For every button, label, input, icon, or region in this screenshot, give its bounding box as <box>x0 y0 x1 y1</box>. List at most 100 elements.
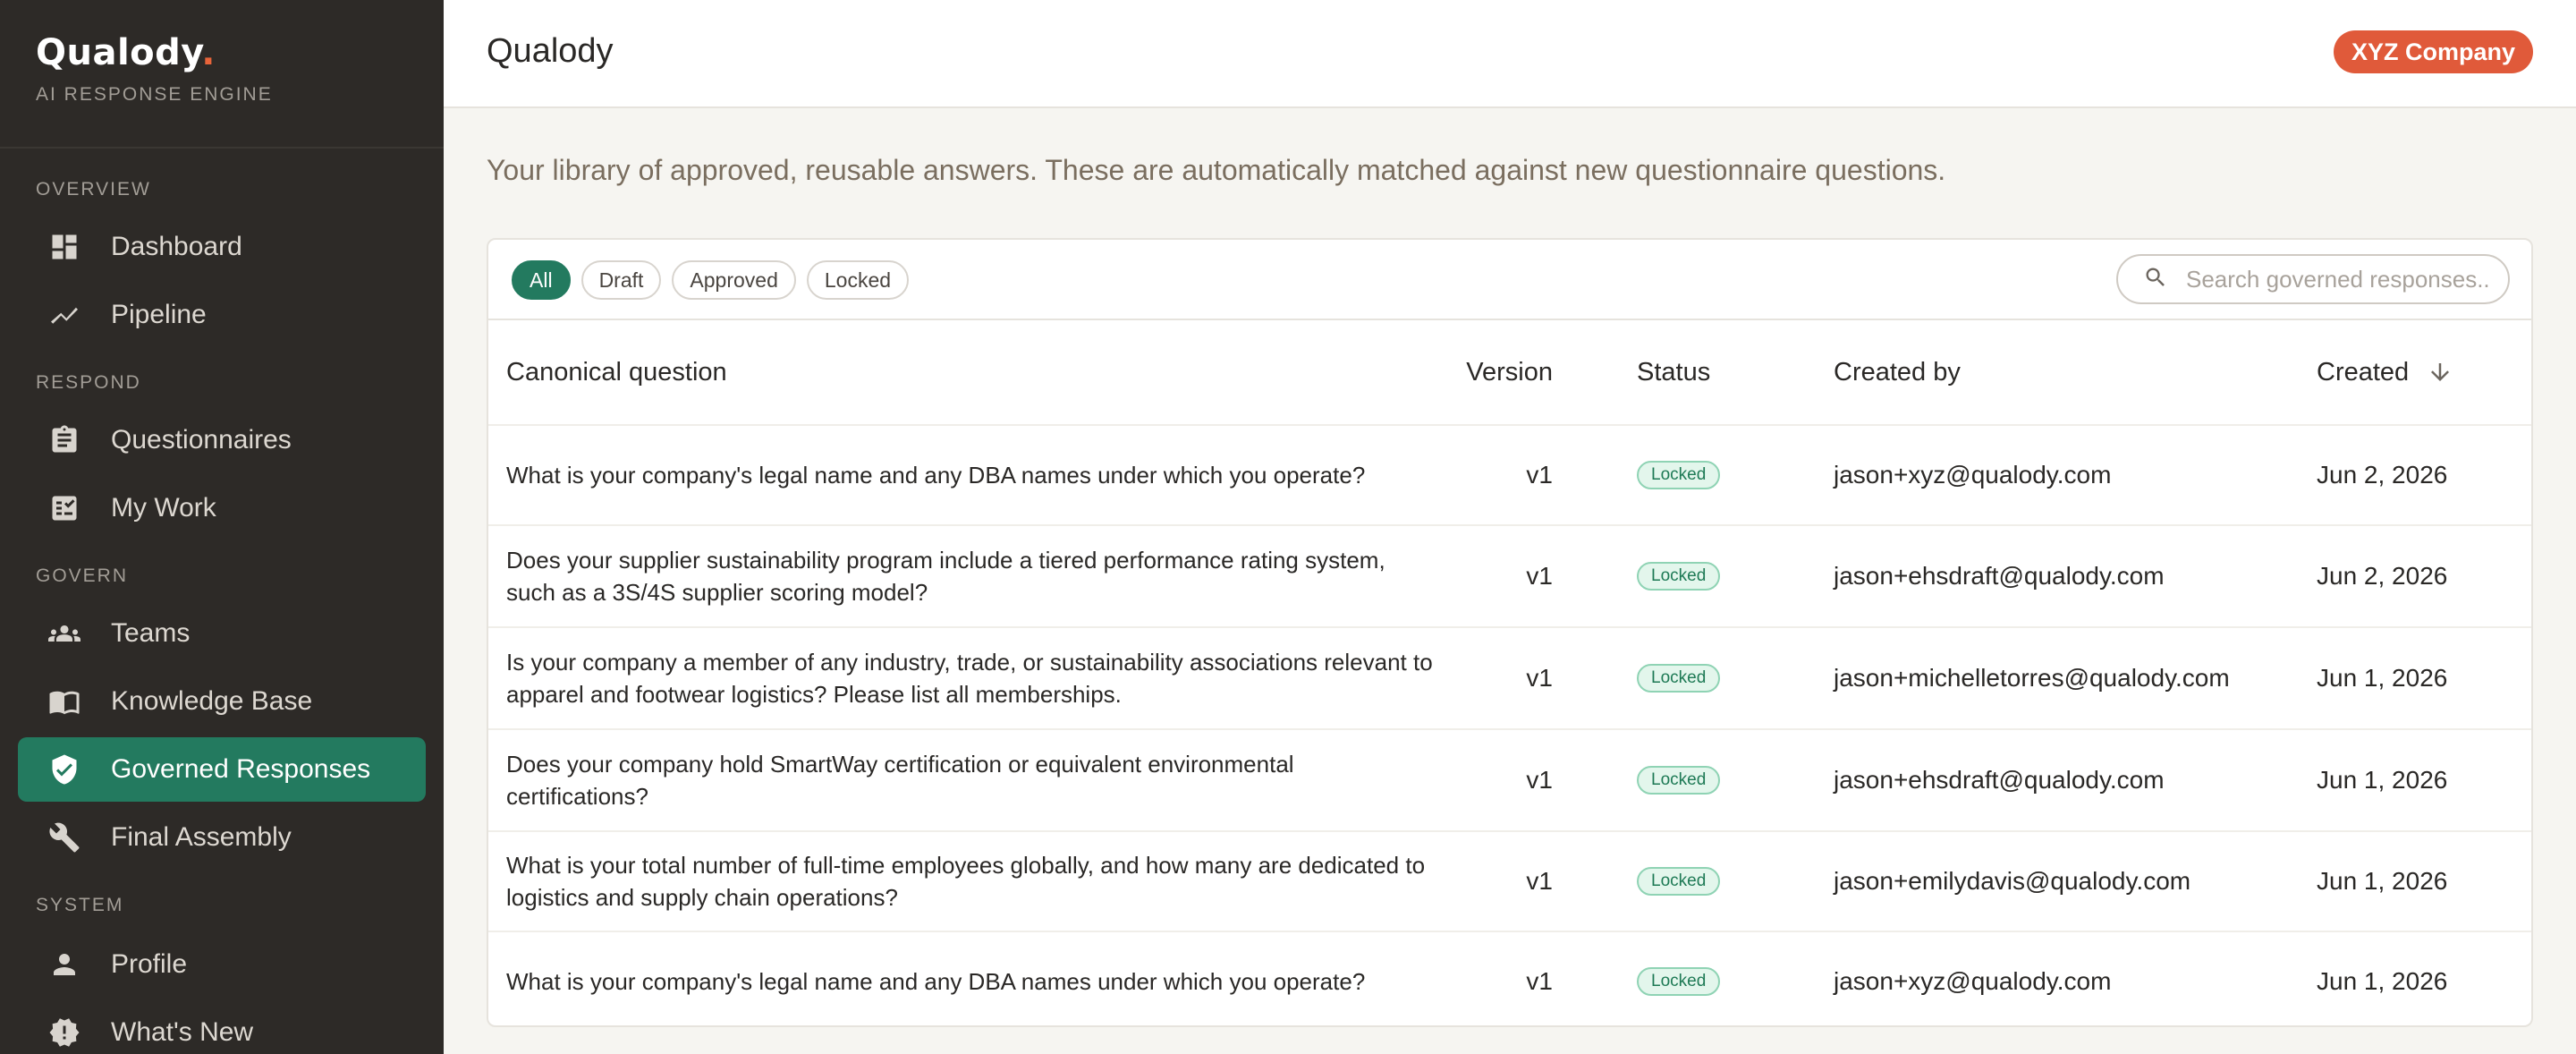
status-badge: Locked <box>1637 461 1721 489</box>
version-cell: v1 <box>1526 867 1553 895</box>
sidebar-item-final-assembly[interactable]: Final Assembly <box>18 805 426 870</box>
search-input[interactable] <box>2186 265 2490 293</box>
search-box[interactable] <box>2116 254 2510 304</box>
column-header-question[interactable]: Canonical question <box>506 320 727 424</box>
created-by-cell: jason+xyz@qualody.com <box>1834 967 2112 995</box>
sidebar-item-dashboard[interactable]: Dashboard <box>18 215 426 279</box>
status-badge: Locked <box>1637 967 1721 996</box>
column-header-created-by[interactable]: Created by <box>1834 320 1961 424</box>
created-by-cell: jason+ehsdraft@qualody.com <box>1834 562 2165 590</box>
version-cell: v1 <box>1526 664 1553 692</box>
status-badge: Locked <box>1637 867 1721 896</box>
sidebar-item-label: Governed Responses <box>111 754 371 784</box>
question-cell: Is your company a member of any industry… <box>506 649 1433 708</box>
sidebar-item-knowledge-base[interactable]: Knowledge Base <box>18 669 426 734</box>
section-label-system: SYSTEM <box>36 895 124 915</box>
sidebar-item-label: Teams <box>111 618 191 648</box>
brand-logo: Qualody. <box>36 32 216 73</box>
sidebar-item-label: Final Assembly <box>111 822 292 852</box>
status-filter-chips: All Draft Approved Locked <box>512 260 910 300</box>
wrench-icon <box>47 820 82 855</box>
sidebar-item-profile[interactable]: Profile <box>18 932 426 997</box>
status-cell: Locked <box>1637 426 1721 524</box>
table-row[interactable]: What is your company's legal name and an… <box>488 424 2531 524</box>
book-icon <box>47 684 82 719</box>
status-badge: Locked <box>1637 562 1721 591</box>
sidebar-item-label: My Work <box>111 493 216 523</box>
table-row[interactable]: Is your company a member of any industry… <box>488 626 2531 728</box>
checklist-icon <box>47 490 82 526</box>
company-badge[interactable]: XYZ Company <box>2333 30 2533 73</box>
created-by-cell: jason+ehsdraft@qualody.com <box>1834 766 2165 794</box>
page-description: Your library of approved, reusable answe… <box>487 154 1946 186</box>
section-label-overview: OVERVIEW <box>36 179 151 200</box>
clipboard-icon <box>47 422 82 458</box>
filter-all[interactable]: All <box>512 260 571 300</box>
status-cell: Locked <box>1637 832 1721 931</box>
sidebar-item-whats-new[interactable]: What's New <box>18 1000 426 1054</box>
sort-descending-icon <box>2431 363 2450 381</box>
sidebar-item-label: Questionnaires <box>111 425 292 455</box>
sidebar-item-label: Dashboard <box>111 232 242 261</box>
column-header-version[interactable]: Version <box>1466 320 1553 424</box>
question-cell: Does your company hold SmartWay certific… <box>506 751 1294 810</box>
version-cell: v1 <box>1526 967 1553 995</box>
sidebar-item-teams[interactable]: Teams <box>18 601 426 666</box>
created-by-cell: jason+emilydavis@qualody.com <box>1834 867 2191 895</box>
status-cell: Locked <box>1637 526 1721 626</box>
created-date-cell: Jun 2, 2026 <box>2317 461 2448 489</box>
status-badge: Locked <box>1637 766 1721 795</box>
table-row[interactable]: What is your company's legal name and an… <box>488 931 2531 1025</box>
column-header-created[interactable]: Created <box>2317 320 2453 424</box>
page-title: Qualody <box>487 32 614 70</box>
question-cell: What is your company's legal name and an… <box>506 968 1366 995</box>
filter-draft[interactable]: Draft <box>580 260 662 300</box>
section-label-respond: RESPOND <box>36 372 141 393</box>
sidebar-divider <box>0 147 444 149</box>
question-cell: Does your supplier sustainability progra… <box>506 547 1385 606</box>
dashboard-icon <box>47 229 82 265</box>
table-row[interactable]: What is your total number of full-time e… <box>488 830 2531 931</box>
pipeline-icon <box>47 297 82 333</box>
top-header: Qualody XYZ Company <box>444 0 2576 108</box>
people-icon <box>47 616 82 651</box>
column-header-status[interactable]: Status <box>1637 320 1710 424</box>
status-cell: Locked <box>1637 730 1721 830</box>
created-date-cell: Jun 1, 2026 <box>2317 664 2448 692</box>
question-cell: What is your company's legal name and an… <box>506 462 1366 489</box>
sidebar-item-governed-responses[interactable]: Governed Responses <box>18 737 426 802</box>
version-cell: v1 <box>1526 461 1553 489</box>
filter-approved[interactable]: Approved <box>672 260 796 300</box>
sidebar-item-label: What's New <box>111 1017 254 1047</box>
filter-toolbar: All Draft Approved Locked <box>488 240 2531 320</box>
created-date-cell: Jun 1, 2026 <box>2317 967 2448 995</box>
sidebar-item-label: Profile <box>111 949 188 979</box>
brand-tagline: AI RESPONSE ENGINE <box>36 84 273 105</box>
search-icon <box>2143 265 2168 294</box>
version-cell: v1 <box>1526 766 1553 794</box>
badge-icon <box>47 1015 82 1050</box>
status-cell: Locked <box>1637 932 1721 1025</box>
table-row[interactable]: Does your supplier sustainability progra… <box>488 524 2531 626</box>
question-cell: What is your total number of full-time e… <box>506 852 1426 911</box>
sidebar-item-my-work[interactable]: My Work <box>18 476 426 540</box>
governed-responses-card: All Draft Approved Locked Canonical ques… <box>487 238 2533 1027</box>
sidebar-item-pipeline[interactable]: Pipeline <box>18 283 426 347</box>
created-date-cell: Jun 2, 2026 <box>2317 562 2448 590</box>
person-icon <box>47 947 82 982</box>
version-cell: v1 <box>1526 562 1553 590</box>
status-badge: Locked <box>1637 664 1721 693</box>
table-header: Canonical question Version Status Create… <box>488 320 2531 424</box>
brand[interactable]: Qualody. AI RESPONSE ENGINE <box>36 32 273 106</box>
sidebar-item-questionnaires[interactable]: Questionnaires <box>18 408 426 472</box>
created-by-cell: jason+xyz@qualody.com <box>1834 461 2112 489</box>
sidebar: Qualody. AI RESPONSE ENGINE OVERVIEW Das… <box>0 0 444 1054</box>
filter-locked[interactable]: Locked <box>806 260 910 300</box>
section-label-govern: GOVERN <box>36 565 129 586</box>
table-row[interactable]: Does your company hold SmartWay certific… <box>488 728 2531 830</box>
created-date-cell: Jun 1, 2026 <box>2317 867 2448 895</box>
created-date-cell: Jun 1, 2026 <box>2317 766 2448 794</box>
status-cell: Locked <box>1637 628 1721 728</box>
sidebar-item-label: Pipeline <box>111 300 207 329</box>
sidebar-item-label: Knowledge Base <box>111 686 313 716</box>
